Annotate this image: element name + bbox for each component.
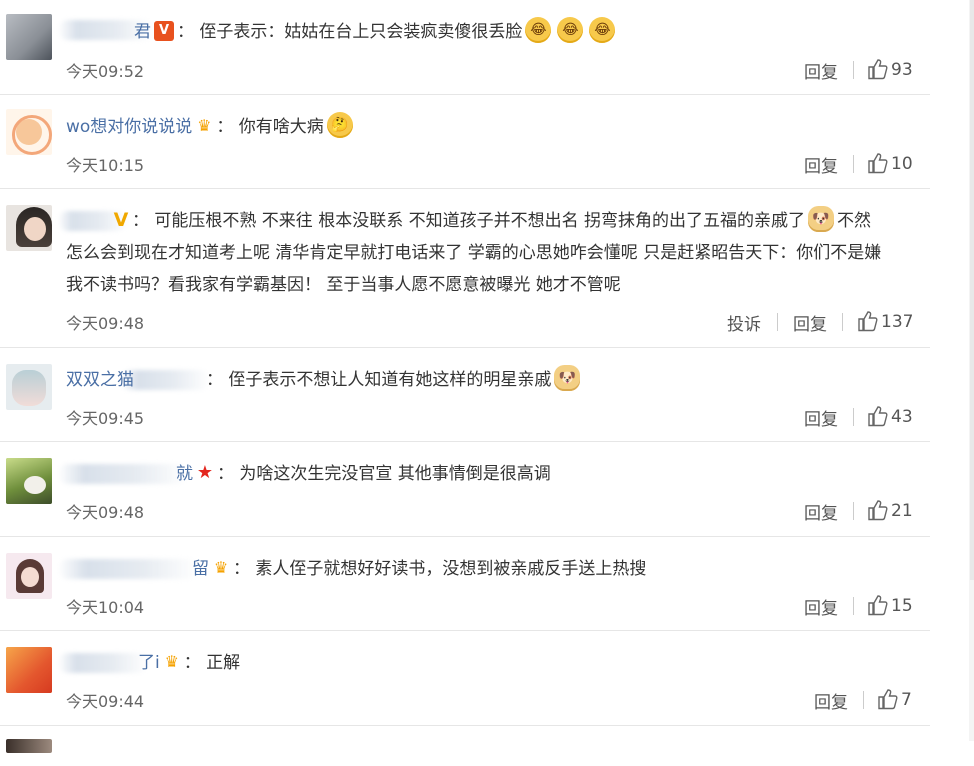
reply-button[interactable]: 回复 [804,152,838,177]
avatar[interactable] [6,739,52,753]
comment-item: 了i ♛： 正解 今天09:44 回复 7 [0,631,930,726]
report-button[interactable]: 投诉 [727,310,761,335]
thumbs-up-icon[interactable] [858,310,878,332]
thumbs-up-icon[interactable] [878,688,898,710]
like-count: 10 [891,154,913,174]
reply-button[interactable]: 回复 [793,310,827,335]
comment-actions: 回复 7 [0,631,930,725]
like-count: 7 [901,690,912,710]
thumbs-up-icon[interactable] [868,58,888,80]
comment-item: wo想对你说说说 ♛： 你有啥大病 🤔 今天10:15 回复 10 [0,95,930,189]
comment-item: 双双之猫： 侄子表示不想让人知道有她这样的明星亲戚 🐶 今天09:45 回复 43 [0,348,930,442]
reply-button[interactable]: 回复 [804,499,838,524]
thumbs-up-icon[interactable] [868,594,888,616]
divider [842,313,843,331]
comment-item: 君 V： 侄子表示：姑姑在台上只会装疯卖傻很丢脸 😂 😂 😂 今天09:52 回复 93 [0,0,930,95]
comment-actions: 回复 43 [0,348,930,441]
divider [853,61,854,79]
thumbs-up-icon[interactable] [868,499,888,521]
comment-item: 留 ♛： 素人侄子就想好好读书，没想到被亲戚反手送上热搜 今天10:04 回复 1… [0,537,930,631]
like-count: 15 [891,596,913,616]
reply-button[interactable]: 回复 [804,594,838,619]
comment-list: 君 V： 侄子表示：姑姑在台上只会装疯卖傻很丢脸 😂 😂 😂 今天09:52 回复 93… [0,0,930,766]
like-count: 137 [881,312,914,332]
divider [853,597,854,615]
reply-button[interactable]: 回复 [804,58,838,83]
comment-item: V： 可能压根不熟 不来往 根本没联系 不知道孩子并不想出名 拐弯抹角的出了五福… [0,189,930,348]
divider [853,408,854,426]
comment-actions: 回复 21 [0,442,930,536]
comment-actions: 回复 10 [0,95,930,188]
comment-actions: 回复 15 [0,537,930,630]
like-count: 93 [891,60,913,80]
divider [853,502,854,520]
like-count: 21 [891,501,913,521]
divider [853,155,854,173]
like-count: 43 [891,407,913,427]
comment-item: 就 ★： 为啥这次生完没官宣 其他事情倒是很高调 今天09:48 回复 21 [0,442,930,537]
thumbs-up-icon[interactable] [868,405,888,427]
thumbs-up-icon[interactable] [868,152,888,174]
reply-button[interactable]: 回复 [814,688,848,713]
reply-button[interactable]: 回复 [804,405,838,430]
comment-actions: 回复 93 [0,0,930,94]
comment-item-partial [0,726,930,766]
divider [863,691,864,709]
comment-actions: 投诉 回复 137 [0,189,930,347]
divider [777,313,778,331]
scrollbar-thumb[interactable] [970,0,974,580]
